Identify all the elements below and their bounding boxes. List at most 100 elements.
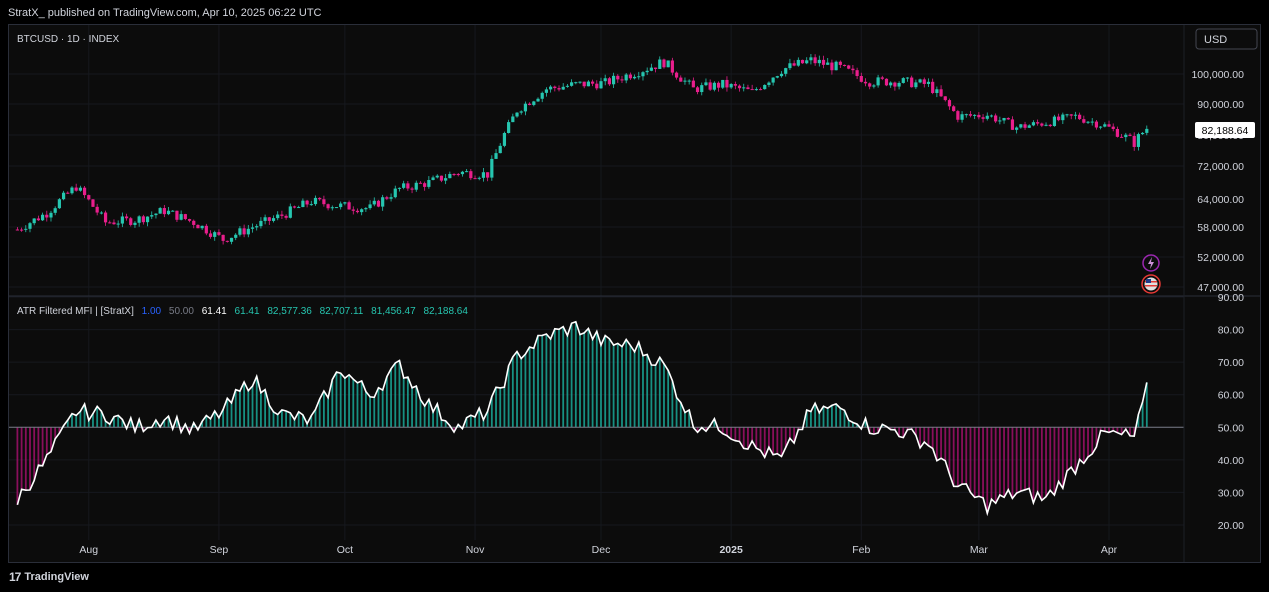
price-candle: [952, 105, 956, 112]
mfi-bar: [343, 378, 346, 428]
price-candle: [53, 206, 57, 216]
mfi-bar: [318, 399, 321, 428]
mfi-bar: [314, 409, 317, 428]
mfi-bar: [982, 427, 984, 498]
mfi-bar: [423, 406, 426, 428]
price-candle: [1099, 126, 1103, 130]
mfi-bar: [553, 328, 556, 428]
price-candle: [28, 222, 32, 233]
symbol-label[interactable]: BTCUSD · 1D · INDEX: [17, 34, 120, 45]
price-candle: [695, 85, 700, 95]
mfi-bar: [398, 360, 401, 428]
mfi-bar: [45, 427, 48, 455]
mfi-bar: [646, 354, 649, 428]
mfi-bar: [415, 386, 418, 428]
mfi-bar: [549, 338, 552, 428]
mfi-bar: [1019, 427, 1022, 492]
chart-canvas[interactable]: BTCUSD · 1D · INDEX USD 100,000.00 90,000…: [9, 25, 1260, 562]
price-candle: [578, 81, 582, 84]
price-candle: [834, 60, 838, 71]
mfi-bar: [369, 396, 371, 428]
price-candle: [611, 72, 616, 89]
mfi-bar: [419, 399, 422, 428]
currency-button[interactable]: USD: [1195, 28, 1258, 50]
price-candle: [721, 79, 725, 90]
mfi-bar: [944, 427, 947, 461]
mfi-bar: [226, 398, 229, 428]
price-candle: [729, 83, 733, 89]
price-candle: [1061, 112, 1065, 125]
price-candle: [263, 214, 267, 225]
price-tick-label: 52,000.00: [1197, 252, 1244, 264]
mfi-bar: [276, 414, 279, 428]
mfi-bar: [990, 427, 993, 500]
mfi-bar: [20, 427, 23, 490]
mfi-bar: [541, 335, 544, 428]
price-candle: [989, 114, 994, 118]
price-candle: [784, 67, 788, 77]
price-candle: [225, 240, 229, 243]
price-candle: [792, 60, 796, 67]
price-candle: [166, 206, 171, 216]
price-candle: [1082, 115, 1086, 124]
mfi-bar: [1036, 427, 1039, 493]
mfi-bar: [520, 358, 523, 428]
price-candle: [507, 119, 511, 134]
price-candle: [968, 110, 973, 118]
price-candle: [276, 211, 280, 221]
price-candle: [549, 85, 553, 93]
mfi-bar: [381, 390, 384, 428]
price-candle: [49, 210, 53, 222]
price-candle: [364, 207, 368, 212]
chart-frame[interactable]: BTCUSD · 1D · INDEX USD 100,000.00 90,000…: [8, 24, 1261, 563]
price-candle: [145, 216, 150, 227]
price-candle: [271, 215, 276, 223]
mfi-bar: [814, 403, 817, 428]
indicator-scale[interactable]: 90.00 80.00 70.00 60.00 50.00 40.00 30.00 20.00: [1218, 292, 1244, 532]
price-candle: [939, 85, 943, 98]
price-candle: [624, 73, 628, 84]
price-candle: [360, 208, 364, 216]
price-candle: [129, 216, 133, 227]
us-flag-icon[interactable]: [1141, 274, 1161, 294]
mfi-bar: [348, 374, 350, 428]
mfi-bar: [1015, 427, 1018, 494]
price-candle: [817, 55, 821, 67]
price-candle: [1048, 123, 1052, 128]
price-candle: [439, 175, 444, 183]
price-candle: [515, 112, 519, 118]
indicator-value-3: 82,577.36: [267, 306, 312, 317]
price-candle: [40, 212, 45, 221]
price-tick-label: 100,000.00: [1191, 69, 1244, 81]
price-candle: [82, 186, 87, 199]
price-candle: [15, 227, 19, 231]
mfi-bar: [952, 427, 955, 487]
price-candle: [196, 224, 200, 229]
price-candle: [876, 74, 880, 88]
price-candle: [355, 208, 360, 214]
price-candle: [746, 84, 750, 90]
price-candle: [658, 56, 662, 69]
time-axis[interactable]: Aug Sep Oct Nov Dec 2025 Feb Mar Apr: [79, 544, 1117, 556]
mfi-bar: [965, 427, 968, 484]
indicator-legend[interactable]: ATR Filtered MFI | [StratX] 1.00 50.00 6…: [17, 306, 468, 317]
mfi-bar: [402, 378, 405, 428]
tradingview-footer[interactable]: 17 TradingView: [9, 570, 89, 584]
price-candle: [213, 230, 217, 241]
mfi-bar: [75, 415, 78, 428]
mfi-bar: [650, 365, 653, 428]
price-candle: [653, 67, 658, 73]
price-candle: [1065, 113, 1069, 118]
price-candle: [1052, 114, 1057, 127]
price-candle: [570, 79, 574, 87]
price-scale[interactable]: 100,000.0090,000.0080,000.0072,000.0064,…: [1191, 69, 1244, 294]
price-candle: [1090, 118, 1094, 126]
price-tick-label: 90,000.00: [1197, 99, 1244, 111]
mfi-bar: [268, 405, 271, 428]
price-candle: [242, 224, 246, 238]
price-candle: [910, 75, 914, 88]
mfi-bar: [41, 427, 44, 466]
price-candle: [683, 77, 687, 85]
price-candle: [679, 75, 683, 82]
mfi-bar: [1061, 427, 1064, 489]
